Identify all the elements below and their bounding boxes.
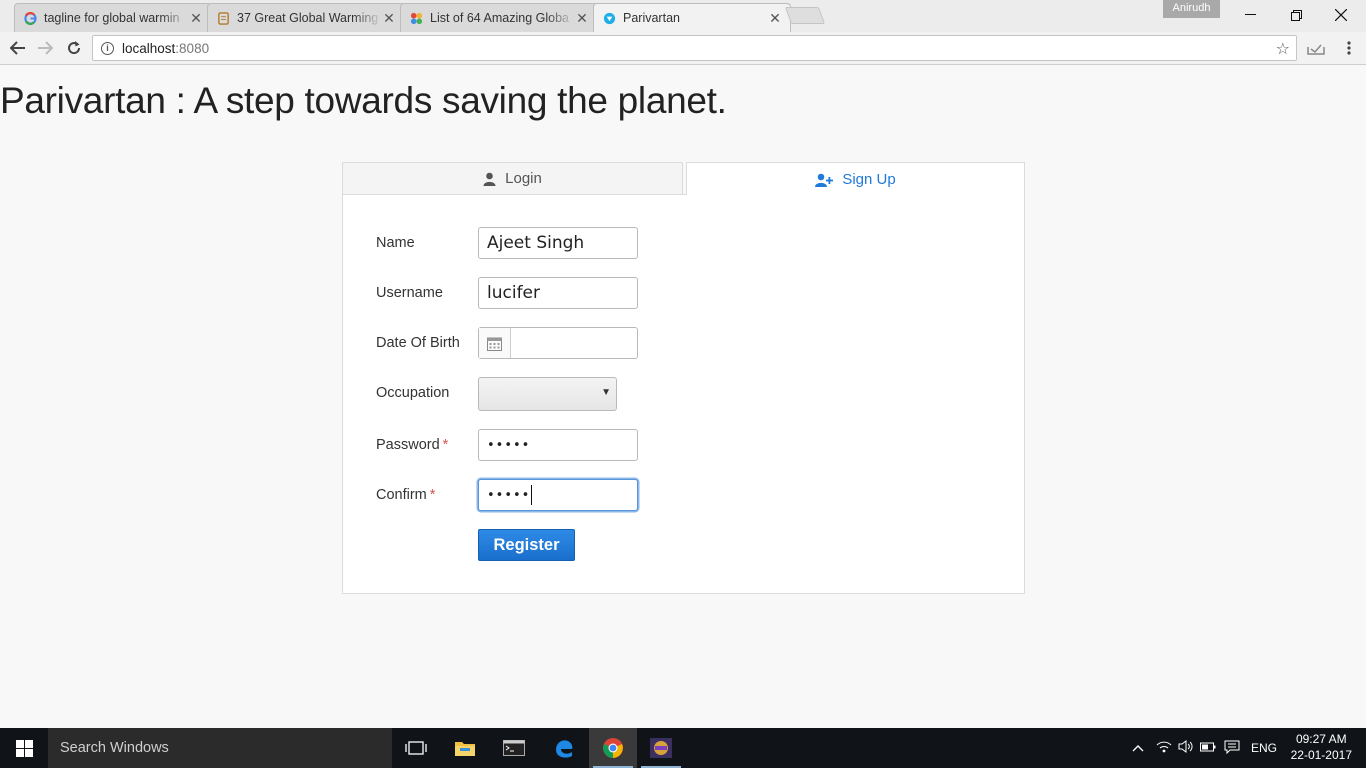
dob-field[interactable] (478, 327, 638, 359)
pinwheel-icon (409, 11, 423, 25)
occupation-select[interactable]: ▼ (478, 377, 617, 411)
browser-tab-4-active[interactable]: Parivartan ✕ (593, 3, 791, 32)
wifi-icon[interactable] (1156, 740, 1172, 756)
restore-icon[interactable] (1273, 0, 1319, 30)
taskbar-search[interactable]: Search Windows (48, 728, 392, 768)
clock-time: 09:27 AM (1295, 732, 1347, 746)
url-host: localhost (122, 40, 176, 56)
volume-icon[interactable] (1178, 740, 1194, 756)
command-prompt-icon[interactable] (490, 728, 538, 768)
chrome-taskbar-icon[interactable] (589, 728, 637, 768)
dob-label: Date Of Birth (376, 335, 460, 351)
game-app-icon[interactable] (637, 728, 685, 768)
close-window-icon[interactable] (1318, 0, 1364, 30)
chevron-up-icon[interactable] (1130, 741, 1146, 755)
username-field[interactable]: lucifer (478, 277, 638, 309)
calendar-icon[interactable] (479, 328, 511, 358)
user-plus-icon (815, 173, 834, 187)
close-icon[interactable]: ✕ (768, 10, 782, 27)
document-icon (216, 11, 230, 25)
close-icon[interactable]: ✕ (575, 10, 589, 27)
browser-tab-title: 37 Great Global Warming (237, 11, 379, 25)
tab-signup[interactable]: Sign Up (686, 162, 1025, 196)
file-explorer-icon[interactable] (441, 728, 489, 768)
name-label: Name (376, 235, 415, 251)
name-field[interactable]: Ajeet Singh (478, 227, 638, 259)
browser-toolbar: i localhost:8080 ☆ (0, 32, 1366, 65)
info-icon[interactable]: i (101, 41, 114, 55)
menu-icon[interactable] (1337, 36, 1361, 60)
close-icon[interactable]: ✕ (382, 10, 396, 27)
text-caret (531, 485, 533, 505)
browser-tab-1[interactable]: tagline for global warmin ✕ (14, 3, 212, 32)
signup-panel: Name Ajeet Singh Username lucifer Date O… (342, 194, 1025, 594)
browser-tabstrip: tagline for global warmin ✕ 37 Great Glo… (0, 0, 1366, 32)
password-label: Password * (376, 437, 448, 453)
register-button[interactable]: Register (478, 529, 575, 561)
battery-icon[interactable] (1200, 741, 1216, 755)
google-icon (23, 11, 37, 25)
new-tab-button[interactable] (784, 7, 826, 24)
tab-login[interactable]: Login (342, 162, 683, 195)
back-icon[interactable] (6, 36, 30, 60)
dropdown-arrow-icon: ▼ (601, 387, 611, 398)
task-view-icon[interactable] (392, 728, 440, 768)
browser-tab-title: tagline for global warmin (44, 11, 180, 25)
confirm-label-text: Confirm (376, 487, 427, 503)
reload-icon[interactable] (62, 36, 86, 60)
browser-tab-2[interactable]: 37 Great Global Warming ✕ (207, 3, 405, 32)
browser-tab-title: Parivartan (623, 11, 680, 25)
auth-tabs: Login Sign Up (342, 162, 1025, 196)
windows-start-icon[interactable] (0, 728, 48, 768)
url-text: localhost:8080 (122, 41, 209, 56)
action-center-icon[interactable] (1224, 740, 1240, 757)
minimize-icon[interactable] (1227, 0, 1273, 30)
close-icon[interactable]: ✕ (189, 10, 203, 27)
clock-date: 22-01-2017 (1290, 748, 1352, 762)
url-port: :8080 (175, 40, 210, 56)
clock[interactable]: 09:27 AM 22-01-2017 (1291, 731, 1352, 763)
page-title: Parivartan : A step towards saving the p… (0, 80, 727, 121)
required-asterisk: * (442, 437, 449, 453)
browser-tab-3[interactable]: List of 64 Amazing Globa ✕ (400, 3, 598, 32)
confirm-label: Confirm * (376, 487, 435, 503)
taskbar: Search Windows ENG 09:27 AM 22-01-2017 (0, 728, 1366, 768)
confirm-password-field[interactable]: ••••• (478, 479, 638, 511)
system-tray: ENG (1130, 728, 1277, 768)
password-field[interactable]: ••••• (478, 429, 638, 461)
required-asterisk: * (429, 487, 436, 503)
tab-signup-label: Sign Up (842, 171, 896, 188)
occupation-label: Occupation (376, 385, 450, 401)
star-icon[interactable]: ☆ (1276, 39, 1290, 59)
panel-divider (343, 194, 687, 195)
address-bar[interactable]: i localhost:8080 ☆ (92, 35, 1297, 61)
language-indicator[interactable]: ENG (1251, 741, 1277, 755)
username-label: Username (376, 285, 443, 301)
user-icon (483, 172, 496, 186)
extension-icon[interactable] (1304, 37, 1328, 61)
profile-button[interactable]: Anirudh (1163, 0, 1220, 18)
parivartan-icon (602, 11, 616, 25)
password-label-text: Password (376, 437, 440, 453)
forward-icon[interactable] (33, 36, 57, 60)
confirm-password-value: ••••• (487, 487, 531, 503)
edge-browser-icon[interactable] (540, 728, 588, 768)
browser-tab-title: List of 64 Amazing Globa (430, 11, 569, 25)
tab-login-label: Login (505, 170, 542, 187)
